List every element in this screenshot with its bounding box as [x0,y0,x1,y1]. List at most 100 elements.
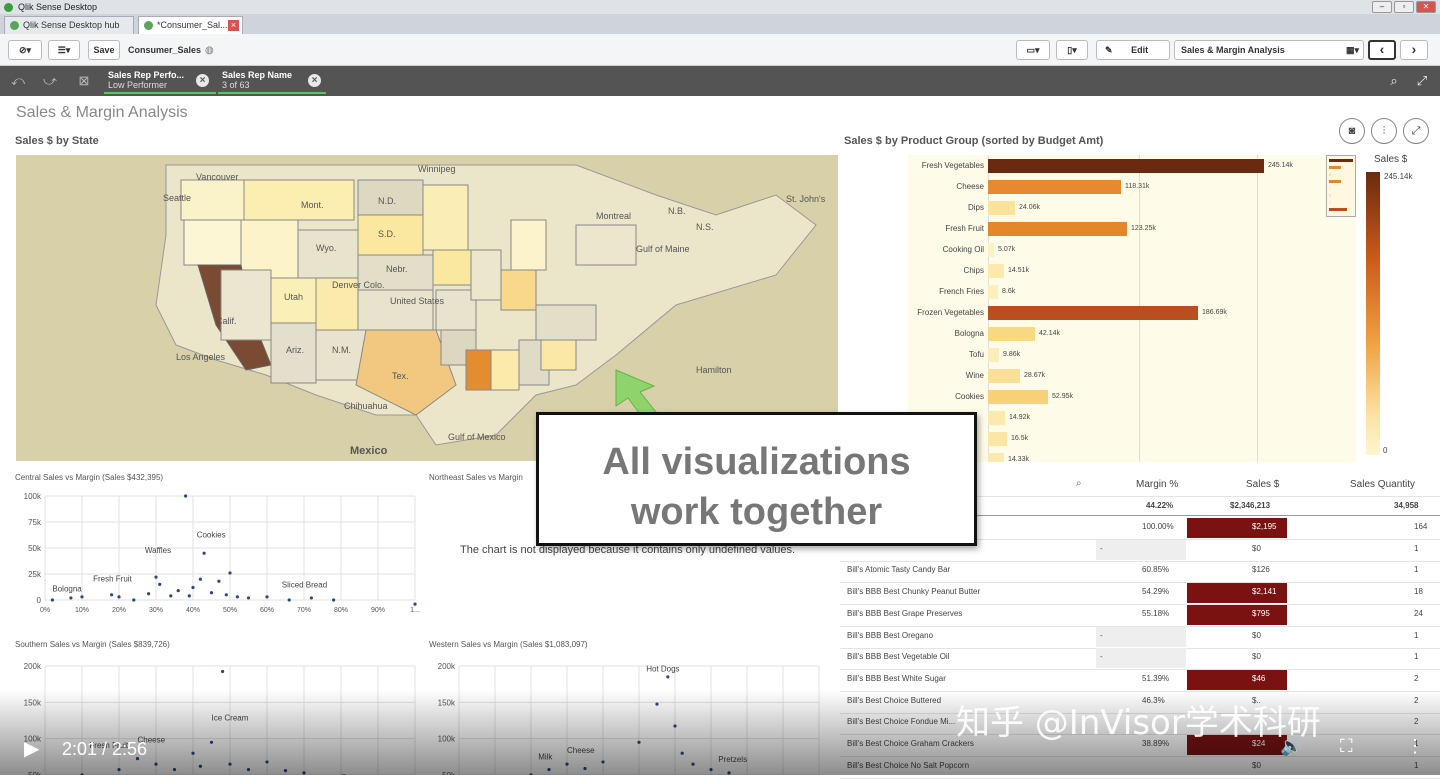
bar-chart-minimap[interactable] [1326,155,1356,217]
table-row-margin: 60.85% [1142,565,1170,575]
bar[interactable] [988,306,1198,320]
data-point[interactable] [187,594,191,598]
bar-label: Tofu [968,350,984,359]
data-point[interactable] [110,593,114,597]
bar[interactable] [988,264,1004,278]
table-row-sales: $46 [1252,673,1266,683]
table-search-icon[interactable]: ⌕ [1076,478,1082,489]
tab-hub[interactable]: Qlik Sense Desktop hub [4,16,134,34]
map-label: Los Angeles [176,352,226,362]
fullscreen-video-icon[interactable]: ⛶ [1340,736,1353,757]
data-point[interactable] [202,551,206,555]
bar-label: Wine [965,371,984,380]
clear-selection-icon[interactable]: × [308,74,321,87]
data-point[interactable] [147,592,151,596]
table-header-margin[interactable]: Margin % [1136,479,1178,490]
selection-chip-performance[interactable]: Sales Rep Perfo... Low Performer × [104,68,216,94]
data-point[interactable] [309,596,313,600]
list-menu-button[interactable]: ☰▾ [48,40,80,60]
table-row-margin: - [1100,630,1103,640]
smart-search-icon[interactable]: ⤢ [1412,72,1432,90]
bar[interactable] [988,201,1015,215]
bookmark-button[interactable]: ▯▾ [1056,40,1088,60]
bar[interactable] [988,327,1035,341]
bar[interactable] [988,390,1048,404]
data-point[interactable] [154,575,158,579]
data-point[interactable] [50,598,55,602]
bar-value-label: 16.5k [1011,435,1029,442]
central-scatter-chart[interactable]: 100k 75k 50k 25k 0 0% 10% 20% 30% 40% 50% 60% 70% 80%… [15,486,425,626]
bar-value-label: 24.06k [1019,204,1041,211]
minimize-button[interactable]: – [1372,1,1392,13]
step-back-icon[interactable]: ⤺ [8,72,28,90]
central-scatter-title: Central Sales vs Margin (Sales $432,395) [15,473,164,482]
bar-value-label: 245.14k [1268,162,1293,169]
bar[interactable] [988,159,1264,173]
clear-all-selections-icon[interactable]: ⊠ [74,72,94,90]
navigation-menu-button[interactable]: ⊘▾ [8,40,42,60]
maximize-button[interactable]: ▫ [1394,1,1414,13]
point-annotation: Bologna [52,585,82,594]
data-point[interactable] [132,598,136,602]
previous-sheet-button[interactable]: ‹ [1368,40,1396,60]
bar-value-label: 8.6k [1002,288,1016,295]
step-forward-icon[interactable]: ⤻ [40,72,60,90]
bar[interactable] [988,285,998,299]
save-button[interactable]: Save [88,40,120,60]
data-point[interactable] [246,596,251,600]
bar[interactable] [988,453,1004,462]
bar[interactable] [988,222,1127,236]
data-point[interactable] [176,589,180,593]
bar[interactable] [988,432,1007,446]
data-point[interactable] [69,596,73,600]
data-point[interactable] [228,571,232,575]
snapshot-icon[interactable]: ◙ [1339,118,1365,144]
fullscreen-icon[interactable]: ⤢ [1403,118,1429,144]
y-tick-label: 200k [438,662,456,671]
data-point[interactable] [217,579,221,583]
bar[interactable] [988,180,1121,194]
tab-consumer-sales[interactable]: *Consumer_Sal... × [138,16,243,34]
data-point[interactable] [169,594,173,598]
data-point[interactable] [117,595,121,599]
volume-icon[interactable]: 🔊 [1280,736,1302,757]
sheet-selector[interactable]: Sales & Margin Analysis ▦▾ [1174,40,1364,60]
data-point[interactable] [209,591,214,595]
data-point[interactable] [158,582,162,586]
data-point[interactable] [265,595,269,599]
null-cell [1096,539,1186,560]
data-point[interactable] [332,598,336,602]
bar-label: Fresh Fruit [945,224,984,233]
map-label: S.D. [378,229,396,239]
edit-button[interactable]: ✎ Edit [1096,40,1170,60]
data-point[interactable] [80,595,84,599]
data-point[interactable] [224,593,228,597]
bar[interactable] [988,369,1020,383]
data-point[interactable] [221,669,225,674]
table-header-sales[interactable]: Sales $ [1246,479,1279,490]
clear-selection-icon[interactable]: × [196,74,209,87]
close-window-button[interactable]: ✕ [1416,1,1436,13]
data-point[interactable] [191,585,195,590]
bar[interactable] [988,243,994,257]
data-point[interactable] [235,595,239,599]
point-annotation: Hot Dogs [646,664,679,673]
selection-chip-rep-name[interactable]: Sales Rep Name 3 of 63 × [218,68,326,94]
exploration-menu-icon[interactable]: ⫶ [1371,118,1397,144]
data-point[interactable] [413,602,417,606]
data-point[interactable] [184,494,188,498]
minimap-bar [1329,180,1341,183]
next-sheet-button[interactable]: › [1400,40,1428,60]
search-icon[interactable]: ⌕ [1384,72,1404,90]
more-options-icon[interactable]: ⋮ [1406,736,1424,757]
close-tab-icon[interactable]: × [228,20,239,31]
data-point[interactable] [198,577,202,581]
data-point[interactable] [287,598,291,602]
data-point[interactable] [666,675,670,679]
play-icon[interactable]: ▶ [24,736,39,761]
present-mode-button[interactable]: ▭▾ [1016,40,1050,60]
bar[interactable] [988,348,999,362]
minimap-bar [1329,187,1331,190]
bar[interactable] [988,411,1005,425]
table-header-quantity[interactable]: Sales Quantity [1350,479,1415,490]
